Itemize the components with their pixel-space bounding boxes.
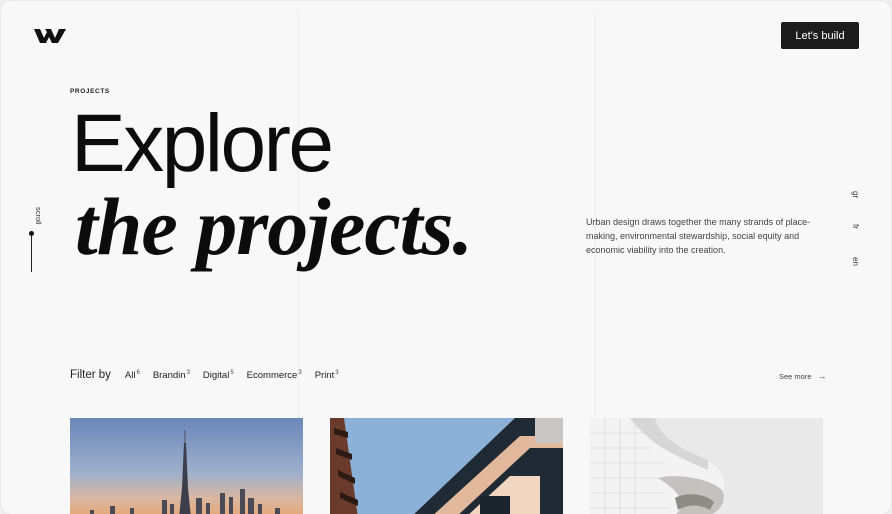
project-card-2[interactable] (330, 418, 563, 514)
white-architecture-image (590, 418, 823, 514)
filter-bar: Filter by All6 Brandin3 Digital5 Ecommer… (70, 369, 352, 387)
page: Let's build PROJECTS Explore the project… (1, 1, 891, 514)
language-fr[interactable]: fr (851, 224, 860, 254)
city-skyline-image (70, 418, 303, 514)
filter-brandin[interactable]: Brandin3 (153, 370, 190, 381)
language-en[interactable]: en (851, 257, 860, 287)
scroll-indicator[interactable]: scroll (21, 202, 43, 274)
lets-build-button[interactable]: Let's build (781, 22, 859, 49)
hero-title-line2: the projects. (75, 181, 473, 272)
scroll-line (31, 236, 32, 272)
filter-ecommerce[interactable]: Ecommerce3 (247, 370, 302, 381)
arrow-right-icon: → (817, 371, 827, 381)
building-corner-image (330, 418, 563, 514)
hero-title-line1: Explore (71, 98, 334, 189)
filter-label: Filter by (70, 369, 111, 381)
project-card-3[interactable] (590, 418, 823, 514)
filter-digital[interactable]: Digital5 (203, 370, 234, 381)
filter-print[interactable]: Print3 (315, 370, 339, 381)
language-gr[interactable]: gr (851, 191, 860, 221)
filter-all[interactable]: All6 (125, 370, 140, 381)
see-more-link[interactable]: See more → (779, 371, 827, 381)
hero-description: Urban design draws together the many str… (586, 217, 811, 255)
language-switcher: gr fr en (851, 191, 867, 287)
w-logo-icon[interactable] (34, 29, 66, 43)
section-eyebrow: PROJECTS (70, 88, 110, 95)
project-card-1[interactable] (70, 418, 303, 514)
see-more-label: See more (779, 371, 812, 381)
scroll-label: scroll (34, 207, 43, 225)
